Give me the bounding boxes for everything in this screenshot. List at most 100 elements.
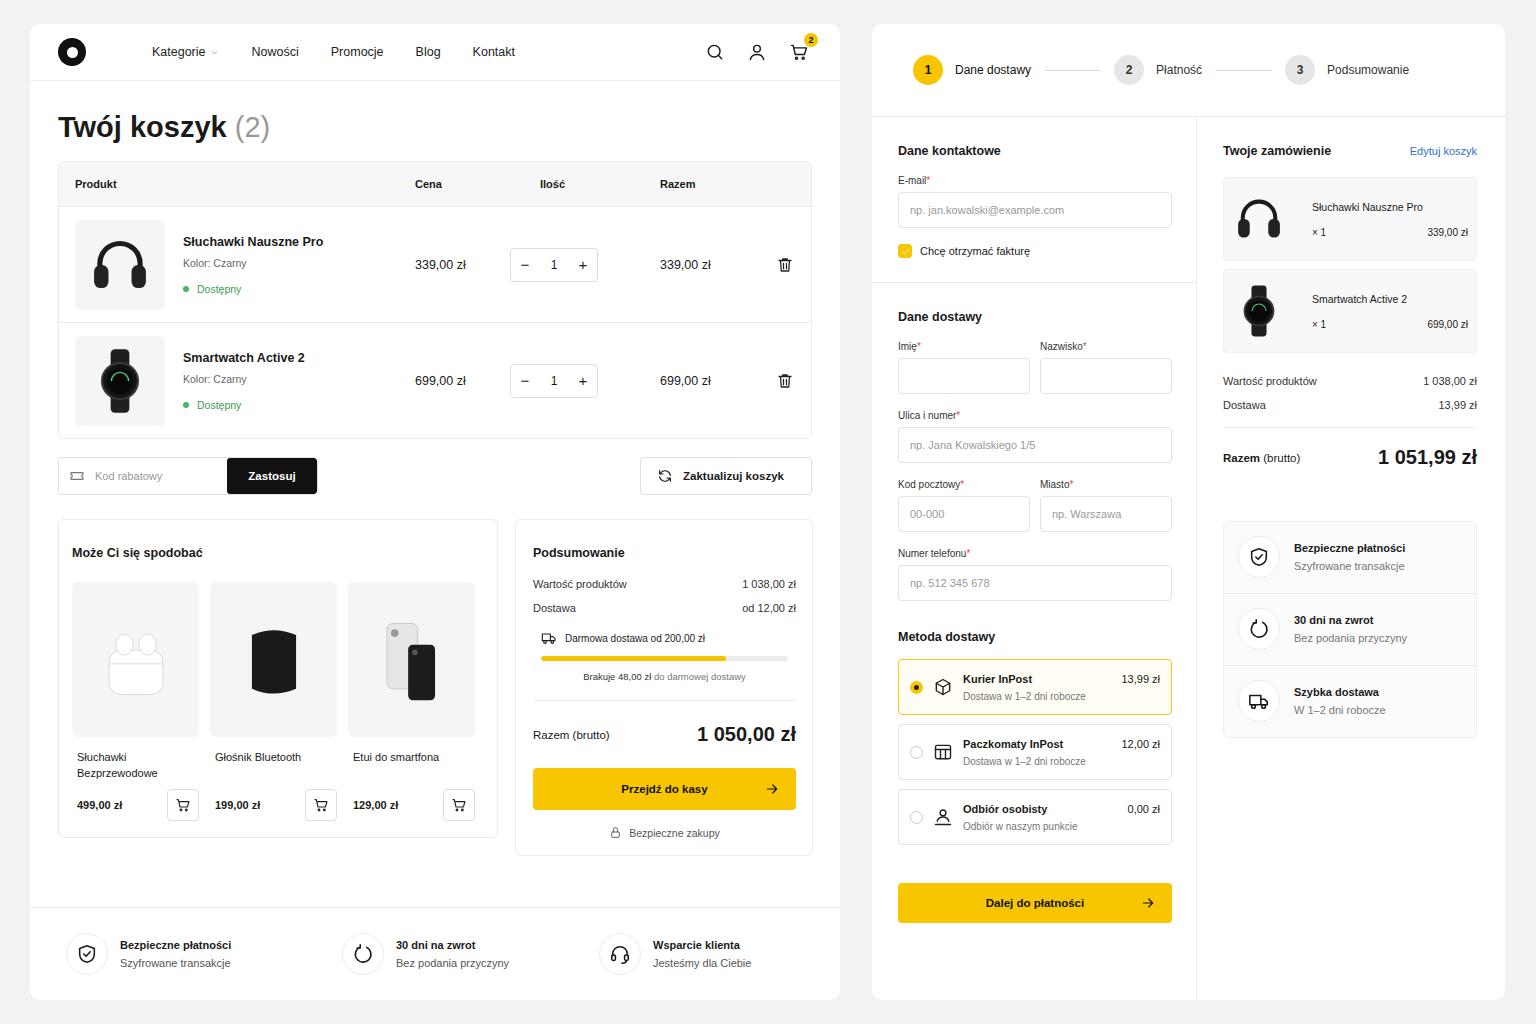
arrow-icon <box>1140 895 1156 911</box>
order-summary: Twoje zamówienie Edytuj koszyk Słuchawki… <box>1197 117 1505 1000</box>
form-field: Ulica i numer* <box>898 410 1172 463</box>
search-button[interactable] <box>702 39 728 65</box>
cart-button[interactable]: 2 <box>786 39 812 65</box>
increase-button[interactable]: + <box>569 255 597 274</box>
availability: Dostępny <box>183 283 323 295</box>
trust-item: Bezpieczne płatności Szyfrowane transakc… <box>1224 522 1476 593</box>
product-name[interactable]: Słuchawki Nauszne Pro <box>183 235 323 249</box>
step[interactable]: 3 Podsumowanie <box>1285 55 1409 85</box>
checkout-steps: 1 Dane dostawy 2 Płatność 3 Podsumowanie <box>872 24 1505 117</box>
checkout-button[interactable]: Przejdź do kasy <box>533 768 796 810</box>
form-field: Miasto* <box>1040 479 1172 532</box>
invoice-checkbox[interactable]: Chcę otrzymać fakturę <box>898 244 1172 258</box>
summary-title: Podsumowanie <box>533 544 796 562</box>
quantity-stepper: − 1 + <box>510 364 598 398</box>
headphones-image <box>1230 190 1288 248</box>
delivery-option[interactable]: Kurier InPost Dostawa w 1–2 dni robocze … <box>898 659 1172 715</box>
form-field: Numer telefonu* <box>898 548 1172 601</box>
locker-icon <box>933 742 953 762</box>
product-image <box>75 336 165 426</box>
row-total: 699,00 zł <box>660 374 773 388</box>
product-name[interactable]: Etui do smartfona <box>348 749 475 781</box>
watch-image <box>84 345 156 417</box>
product-color: Kolor: Czarny <box>183 257 323 269</box>
decrease-button[interactable]: − <box>511 255 539 274</box>
product-name[interactable]: Smartwatch Active 2 <box>183 351 305 365</box>
text-input[interactable] <box>898 427 1172 463</box>
product-name[interactable]: Głośnik Bluetooth <box>210 749 337 781</box>
decrease-button[interactable]: − <box>511 371 539 390</box>
product-price: 129,00 zł <box>353 799 398 811</box>
remove-button[interactable] <box>773 253 797 277</box>
update-cart-button[interactable]: Zaktualizuj koszyk <box>640 457 812 495</box>
nav-item[interactable]: Blog <box>416 45 441 59</box>
cart-page: KategorieNowościPromocjeBlogKontakt 2 Tw… <box>30 24 840 1000</box>
quantity[interactable]: 1 <box>551 258 558 272</box>
coupon-input[interactable] <box>93 469 227 483</box>
text-input[interactable] <box>898 358 1030 394</box>
page: Kategorie Nowości Promocje Blog Kontakt 2 Tw… <box>0 0 1536 1024</box>
delivery-option[interactable]: Odbiór osobisty Odbiór w naszym punkcie … <box>898 789 1172 845</box>
cart-table: ProduktCenaIlośćRazem Słuchawki Nauszne … <box>58 161 812 439</box>
free-shipping: Darmowa dostawa od 200,00 zł Brakuje 48,… <box>533 614 796 701</box>
trust-box: Bezpieczne płatności Szyfrowane transakc… <box>1223 521 1477 738</box>
cart-summary: Podsumowanie Wartość produktów1 038,00 z… <box>515 519 813 856</box>
order-line: Dostawa13,99 zł <box>1223 399 1477 411</box>
trust-bar: Bezpieczne płatności Szyfrowane transakc… <box>30 907 840 1000</box>
secure-note: Bezpieczne zakupy <box>533 826 796 839</box>
contact-title: Dane kontaktowe <box>898 143 1172 159</box>
free-shipping-remaining: Brakuje 48,00 zł do darmowej dostawy <box>541 671 788 682</box>
cart-icon <box>313 797 329 813</box>
refresh-icon <box>657 468 673 484</box>
nav-item[interactable]: Kontakt <box>473 45 515 59</box>
add-to-cart-button[interactable] <box>443 789 475 821</box>
account-button[interactable] <box>744 39 770 65</box>
email-input[interactable] <box>898 192 1172 228</box>
text-input[interactable] <box>1040 496 1172 532</box>
increase-button[interactable]: + <box>569 371 597 390</box>
summary-line: Dostawaod 12,00 zł <box>533 602 796 614</box>
trust-item: Szybka dostawa W 1–2 dni robocze <box>1224 665 1476 737</box>
case-image <box>364 612 460 708</box>
order-item: Słuchawki Nauszne Pro × 1339,00 zł <box>1223 177 1477 261</box>
speaker-image <box>226 612 322 708</box>
trash-icon <box>776 256 794 274</box>
add-to-cart-button[interactable] <box>167 789 199 821</box>
nav-item[interactable]: Kategorie <box>152 45 220 59</box>
next-button[interactable]: Dalej do płatności <box>898 883 1172 923</box>
delivery-option[interactable]: Paczkomaty InPost Dostawa w 1–2 dni robo… <box>898 724 1172 780</box>
text-input[interactable] <box>898 565 1172 601</box>
edit-cart-link[interactable]: Edytuj koszyk <box>1410 145 1477 157</box>
column-header: Cena <box>415 178 510 190</box>
nav-item[interactable]: Promocje <box>331 45 384 59</box>
step[interactable]: 1 Dane dostawy <box>913 55 1031 85</box>
trust-item: 30 dni na zwrot Bez podania przyczyny <box>342 933 599 975</box>
recommended-product[interactable]: Głośnik Bluetooth 199,00 zł <box>210 582 337 821</box>
remove-button[interactable] <box>773 369 797 393</box>
form-field: Nazwisko* <box>1040 341 1172 394</box>
return-icon <box>1248 618 1270 640</box>
return-icon <box>352 943 374 965</box>
pickup-icon <box>933 807 953 827</box>
order-total: Razem (brutto) 1 051,99 zł <box>1223 428 1477 487</box>
nav-item[interactable]: Nowości <box>252 45 299 59</box>
text-input[interactable] <box>898 496 1030 532</box>
apply-coupon-button[interactable]: Zastosuj <box>227 458 317 494</box>
recommended-product[interactable]: Etui do smartfona 129,00 zł <box>348 582 475 821</box>
product-image <box>348 582 475 737</box>
row-total: 339,00 zł <box>660 258 773 272</box>
product-name[interactable]: Słuchawki Bezprzewodowe <box>72 749 199 781</box>
add-to-cart-button[interactable] <box>305 789 337 821</box>
text-input[interactable] <box>1040 358 1172 394</box>
free-shipping-progress <box>541 656 788 661</box>
recommended-product[interactable]: Słuchawki Bezprzewodowe 499,00 zł <box>72 582 199 821</box>
quantity[interactable]: 1 <box>551 374 558 388</box>
logo-icon[interactable] <box>58 38 86 66</box>
checkout-form: Dane kontaktowe E-mail* Chcę otrzymać fa… <box>872 117 1197 1000</box>
product-color: Kolor: Czarny <box>183 373 305 385</box>
product-image <box>75 220 165 310</box>
order-line: Wartość produktów1 038,00 zł <box>1223 375 1477 387</box>
step[interactable]: 2 Płatność <box>1114 55 1202 85</box>
delivery-title: Dane dostawy <box>898 309 1172 325</box>
order-title: Twoje zamówienie <box>1223 143 1331 159</box>
